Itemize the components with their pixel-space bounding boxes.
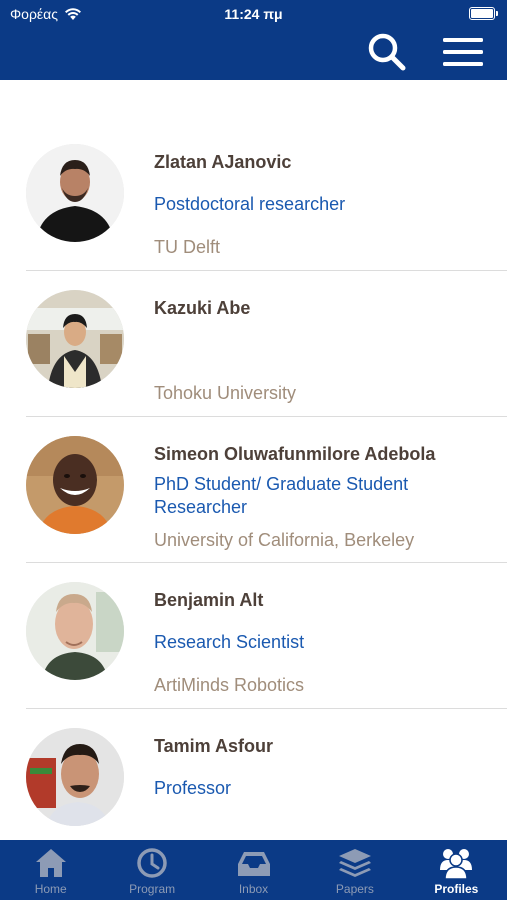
profile-row[interactable]: Tamim Asfour Professor [26,709,507,855]
tab-home[interactable]: Home [0,840,101,900]
tab-papers[interactable]: Papers [304,840,405,900]
battery-icon [469,7,498,20]
status-time: 11:24 πμ [224,6,283,22]
profile-row[interactable]: Simeon Oluwafunmilore Adebola PhD Studen… [26,417,507,563]
avatar [26,290,124,388]
profile-row[interactable]: Kazuki Abe Tohoku University [26,271,507,417]
app-header: Φορέας 11:24 πμ [0,0,507,80]
profile-organization: ArtiMinds Robotics [154,675,305,695]
avatar [26,582,124,680]
avatar [26,728,124,826]
tab-inbox[interactable]: Inbox [203,840,304,900]
profile-name: Simeon Oluwafunmilore Adebola [154,444,436,464]
profile-row[interactable]: Zlatan AJanovic Postdoctoral researcher … [26,125,507,271]
people-icon [440,849,473,880]
avatar [26,436,124,534]
tab-label: Inbox [238,882,269,896]
profile-organization: TU Delft [154,237,221,257]
tab-profiles[interactable]: Profiles [406,840,507,900]
search-icon [368,33,406,71]
inbox-icon [237,852,270,876]
profile-name: Kazuki Abe [154,298,251,318]
profile-role: Professor [154,778,232,798]
profile-list: Zlatan AJanovic Postdoctoral researcher … [0,125,507,855]
avatar [26,144,124,242]
profile-row[interactable]: Benjamin Alt Research Scientist ArtiMind… [26,563,507,709]
profile-name: Benjamin Alt [154,590,264,610]
layers-icon [338,849,371,877]
hamburger-menu-icon [443,38,483,66]
search-button[interactable] [365,30,409,74]
profile-role: PhD Student/ Graduate Student Researcher [154,474,409,517]
tab-label: Profiles [434,882,479,896]
profile-name: Zlatan AJanovic [154,152,292,172]
status-bar: Φορέας 11:24 πμ [0,0,507,28]
profile-name: Tamim Asfour [154,736,274,756]
profile-organization: Tohoku University [154,383,297,403]
tab-label: Program [129,882,176,896]
clock-icon [137,848,167,878]
home-icon [35,849,66,877]
tab-program[interactable]: Program [101,840,202,900]
tab-bar: Home Program Inbox Papers Profiles [0,840,507,900]
tab-label: Home [34,882,67,896]
menu-button[interactable] [441,30,485,74]
profile-role: Research Scientist [154,632,305,652]
profile-role: Postdoctoral researcher [154,194,346,214]
profile-organization: University of California, Berkeley [154,530,415,550]
tab-label: Papers [335,882,374,896]
